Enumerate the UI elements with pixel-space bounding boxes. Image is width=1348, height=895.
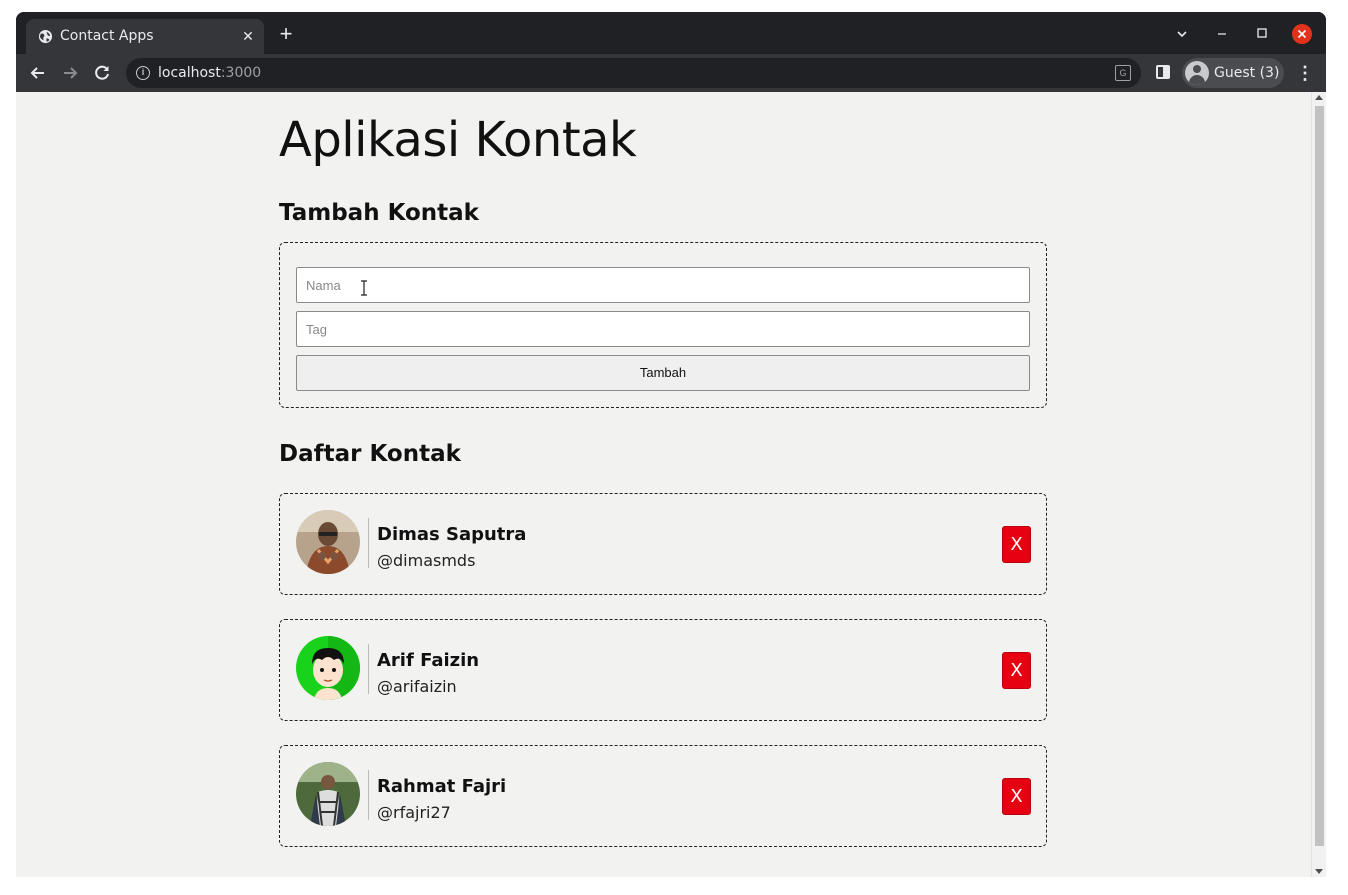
add-button[interactable]: Tambah bbox=[296, 355, 1030, 391]
forward-arrow-icon[interactable] bbox=[59, 62, 81, 84]
text-cursor-icon bbox=[361, 280, 367, 296]
contact-card: Arif Faizin @arifaizin X bbox=[279, 619, 1047, 721]
tab-close-icon[interactable]: ✕ bbox=[240, 28, 256, 44]
delete-contact-button[interactable]: X bbox=[1002, 652, 1031, 689]
browser-toolbar: i localhost:3000 G Guest (3) ⋮ bbox=[16, 54, 1326, 92]
add-contact-form: Tambah bbox=[279, 242, 1047, 408]
name-input[interactable] bbox=[296, 267, 1030, 303]
page-viewport: Aplikasi Kontak Tambah Kontak Tambah Daf… bbox=[16, 92, 1326, 877]
delete-contact-button[interactable]: X bbox=[1002, 526, 1031, 563]
tag-input[interactable] bbox=[296, 311, 1030, 347]
avatar-divider bbox=[368, 770, 369, 820]
contact-card: Dimas Saputra @dimasmds X bbox=[279, 493, 1047, 595]
avatar-divider bbox=[368, 518, 369, 568]
site-info-icon[interactable]: i bbox=[136, 66, 150, 80]
minimize-icon[interactable] bbox=[1216, 28, 1228, 40]
reload-icon[interactable] bbox=[91, 62, 113, 84]
contact-avatar bbox=[296, 510, 360, 574]
contact-avatar bbox=[296, 636, 360, 700]
contact-name: Dimas Saputra bbox=[377, 524, 527, 545]
contact-tag: @rfajri27 bbox=[377, 803, 451, 822]
avatar-divider bbox=[368, 644, 369, 694]
profile-label: Guest (3) bbox=[1214, 65, 1280, 81]
contact-name: Arif Faizin bbox=[377, 650, 480, 671]
scrollbar-thumb[interactable] bbox=[1315, 106, 1324, 846]
form-heading: Tambah Kontak bbox=[279, 200, 479, 226]
window-close-button[interactable] bbox=[1292, 24, 1312, 44]
tab-search-chevron-icon[interactable] bbox=[1176, 28, 1188, 40]
new-tab-button[interactable]: + bbox=[276, 23, 296, 45]
tab-title: Contact Apps bbox=[60, 28, 154, 44]
delete-contact-button[interactable]: X bbox=[1002, 778, 1031, 815]
tab-strip: Contact Apps ✕ + bbox=[16, 12, 1326, 54]
address-bar[interactable]: i localhost:3000 G bbox=[126, 58, 1141, 88]
close-icon bbox=[1297, 29, 1307, 39]
profile-button[interactable]: Guest (3) bbox=[1182, 58, 1284, 88]
contact-avatar bbox=[296, 762, 360, 826]
maximize-icon[interactable] bbox=[1256, 27, 1268, 39]
more-menu-icon[interactable]: ⋮ bbox=[1296, 62, 1314, 84]
url-text: localhost:3000 bbox=[158, 65, 262, 81]
list-heading: Daftar Kontak bbox=[279, 441, 461, 467]
side-panel-icon[interactable] bbox=[1156, 65, 1170, 79]
contact-tag: @arifaizin bbox=[377, 677, 457, 696]
contact-name: Rahmat Fajri bbox=[377, 776, 507, 797]
back-arrow-icon[interactable] bbox=[27, 62, 49, 84]
contact-tag: @dimasmds bbox=[377, 551, 476, 570]
browser-tab[interactable]: Contact Apps ✕ bbox=[26, 19, 264, 54]
scroll-down-icon[interactable] bbox=[1315, 869, 1323, 874]
translate-icon[interactable]: G bbox=[1115, 65, 1131, 81]
page-title: Aplikasi Kontak bbox=[279, 112, 637, 168]
browser-window: Contact Apps ✕ + i localhost:3000 G Gues… bbox=[16, 12, 1326, 877]
scroll-up-icon[interactable] bbox=[1315, 95, 1323, 100]
profile-avatar-icon bbox=[1185, 61, 1209, 85]
vertical-scrollbar[interactable] bbox=[1311, 92, 1326, 877]
globe-icon bbox=[38, 29, 53, 44]
contact-card: Rahmat Fajri @rfajri27 X bbox=[279, 745, 1047, 847]
